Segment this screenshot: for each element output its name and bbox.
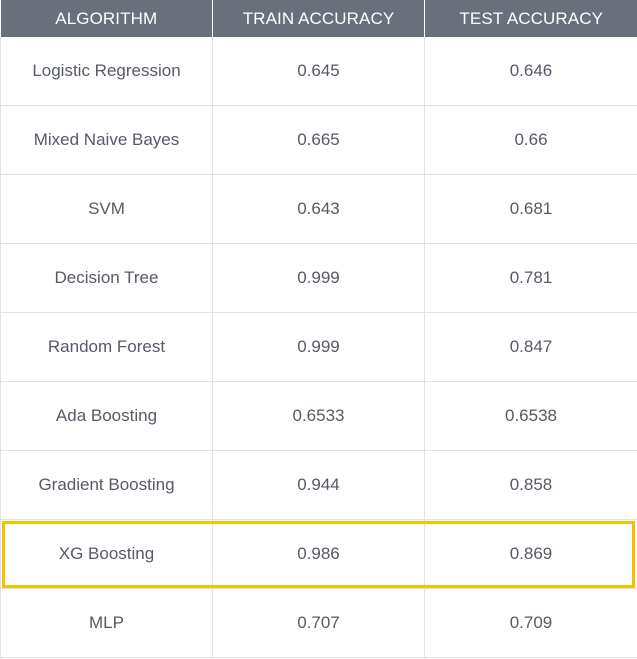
cell-algorithm: Mixed Naive Bayes — [0, 105, 213, 175]
table-row: MLP 0.707 0.709 — [0, 588, 637, 658]
cell-train-accuracy: 0.707 — [212, 588, 425, 658]
results-table-container: ALGORITHM TRAIN ACCURACY TEST ACCURACY L… — [0, 0, 637, 659]
cell-train-accuracy: 0.643 — [212, 174, 425, 244]
table-row: Ada Boosting 0.6533 0.6538 — [0, 381, 637, 451]
cell-algorithm: Gradient Boosting — [0, 450, 213, 520]
header-row: ALGORITHM TRAIN ACCURACY TEST ACCURACY — [0, 0, 637, 37]
header-algorithm: ALGORITHM — [0, 0, 213, 37]
cell-train-accuracy: 0.986 — [212, 519, 425, 589]
table-row: Mixed Naive Bayes 0.665 0.66 — [0, 105, 637, 175]
cell-test-accuracy: 0.869 — [424, 519, 637, 589]
cell-train-accuracy: 0.665 — [212, 105, 425, 175]
table-row: Decision Tree 0.999 0.781 — [0, 243, 637, 313]
cell-test-accuracy: 0.66 — [424, 105, 637, 175]
cell-train-accuracy: 0.999 — [212, 243, 425, 313]
cell-test-accuracy: 0.709 — [424, 588, 637, 658]
table-row: SVM 0.643 0.681 — [0, 174, 637, 244]
cell-test-accuracy: 0.6538 — [424, 381, 637, 451]
cell-test-accuracy: 0.847 — [424, 312, 637, 382]
table-row-highlighted: XG Boosting 0.986 0.869 — [0, 519, 637, 589]
cell-algorithm: Decision Tree — [0, 243, 213, 313]
cell-algorithm: Logistic Regression — [0, 37, 213, 106]
cell-train-accuracy: 0.944 — [212, 450, 425, 520]
cell-test-accuracy: 0.681 — [424, 174, 637, 244]
cell-test-accuracy: 0.646 — [424, 37, 637, 106]
table-body: Logistic Regression 0.645 0.646 Mixed Na… — [0, 37, 637, 658]
table-header: ALGORITHM TRAIN ACCURACY TEST ACCURACY — [0, 0, 637, 37]
cell-train-accuracy: 0.6533 — [212, 381, 425, 451]
cell-algorithm: Random Forest — [0, 312, 213, 382]
cell-algorithm: MLP — [0, 588, 213, 658]
cell-train-accuracy: 0.645 — [212, 37, 425, 106]
header-test-accuracy: TEST ACCURACY — [424, 0, 637, 37]
cell-test-accuracy: 0.858 — [424, 450, 637, 520]
cell-algorithm: XG Boosting — [0, 519, 213, 589]
cell-algorithm: Ada Boosting — [0, 381, 213, 451]
table-row: Gradient Boosting 0.944 0.858 — [0, 450, 637, 520]
cell-test-accuracy: 0.781 — [424, 243, 637, 313]
cell-algorithm: SVM — [0, 174, 213, 244]
results-table: ALGORITHM TRAIN ACCURACY TEST ACCURACY L… — [0, 0, 637, 658]
table-row: Random Forest 0.999 0.847 — [0, 312, 637, 382]
header-train-accuracy: TRAIN ACCURACY — [212, 0, 425, 37]
table-row: Logistic Regression 0.645 0.646 — [0, 37, 637, 106]
cell-train-accuracy: 0.999 — [212, 312, 425, 382]
